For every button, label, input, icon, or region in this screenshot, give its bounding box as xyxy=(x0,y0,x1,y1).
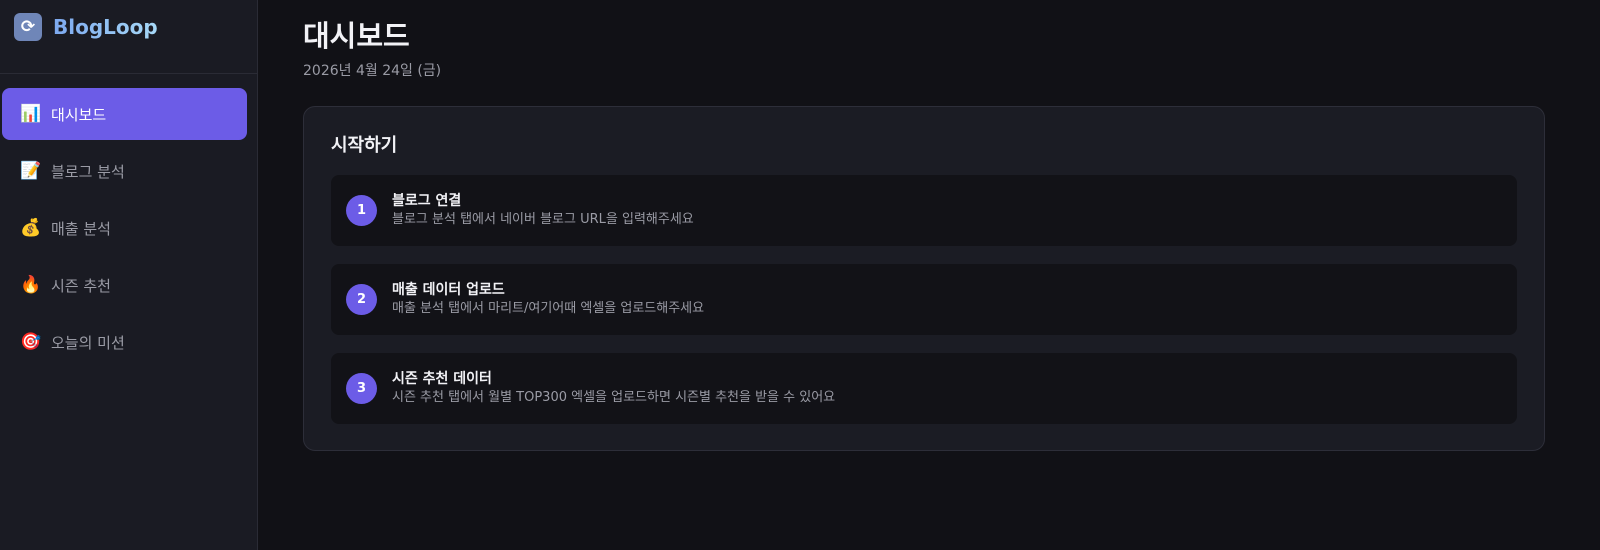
app-root: ⟳ BlogLoop 📊 대시보드 📝 블로그 분석 💰 매출 분석 🔥 시즌 … xyxy=(0,0,1600,550)
step-title: 시즌 추천 데이터 xyxy=(392,371,492,388)
step-item: 3 시즌 추천 데이터 시즌 추천 탭에서 월별 TOP300 엑셀을 업로드하… xyxy=(331,353,1517,425)
sidebar-item-label: 오늘의 미션 xyxy=(51,333,125,352)
step-item: 1 블로그 연결 블로그 분석 탭에서 네이버 블로그 URL을 입력해주세요 xyxy=(331,175,1517,247)
step-description: 블로그 분석 탭에서 네이버 블로그 URL을 입력해주세요 xyxy=(392,212,694,228)
step-item: 2 매출 데이터 업로드 매출 분석 탭에서 마리트/여기어때 엑셀을 업로드해… xyxy=(331,264,1517,336)
step-description: 매출 분석 탭에서 마리트/여기어때 엑셀을 업로드해주세요 xyxy=(392,301,705,317)
page-title: 대시보드 xyxy=(303,19,410,53)
sidebar-item-today-mission[interactable]: 🎯 오늘의 미션 xyxy=(2,316,247,368)
sidebar-item-season-recommend[interactable]: 🔥 시즌 추천 xyxy=(2,259,247,311)
target-icon: 🎯 xyxy=(20,332,42,352)
memo-icon: 📝 xyxy=(20,161,42,181)
brand-name: BlogLoop xyxy=(53,14,158,39)
sidebar-item-sales-analysis[interactable]: 💰 매출 분석 xyxy=(2,202,247,254)
sidebar-item-label: 시즌 추천 xyxy=(51,276,111,295)
step-description: 시즌 추천 탭에서 월별 TOP300 엑셀을 업로드하면 시즌별 추천을 받을… xyxy=(392,390,836,406)
sidebar-item-label: 블로그 분석 xyxy=(51,162,125,181)
step-number-badge: 1 xyxy=(346,195,377,227)
sidebar-nav: 📊 대시보드 📝 블로그 분석 💰 매출 분석 🔥 시즌 추천 🎯 오늘의 미션 xyxy=(0,88,257,368)
repeat-icon: ⟳ xyxy=(14,12,42,41)
fire-icon: 🔥 xyxy=(20,275,42,295)
step-number-badge: 2 xyxy=(346,284,377,316)
step-title: 블로그 연결 xyxy=(392,193,462,210)
getting-started-card: 시작하기 1 블로그 연결 블로그 분석 탭에서 네이버 블로그 URL을 입력… xyxy=(303,106,1545,452)
sidebar-item-dashboard[interactable]: 📊 대시보드 xyxy=(2,88,247,140)
step-text: 블로그 연결 블로그 분석 탭에서 네이버 블로그 URL을 입력해주세요 xyxy=(392,192,694,229)
card-title: 시작하기 xyxy=(331,135,398,157)
sidebar: ⟳ BlogLoop 📊 대시보드 📝 블로그 분석 💰 매출 분석 🔥 시즌 … xyxy=(0,0,258,550)
step-text: 매출 데이터 업로드 매출 분석 탭에서 마리트/여기어때 엑셀을 업로드해주세… xyxy=(392,281,704,318)
step-title: 매출 데이터 업로드 xyxy=(392,282,505,299)
main-content: 대시보드 2026년 4월 24일 (금) 시작하기 1 블로그 연결 블로그 … xyxy=(258,0,1600,550)
sidebar-item-label: 대시보드 xyxy=(51,105,107,124)
sidebar-item-blog-analysis[interactable]: 📝 블로그 분석 xyxy=(2,145,247,197)
brand[interactable]: ⟳ BlogLoop xyxy=(0,0,257,74)
money-bag-icon: 💰 xyxy=(20,218,42,238)
chart-icon: 📊 xyxy=(20,104,42,124)
sidebar-item-label: 매출 분석 xyxy=(51,219,111,238)
step-text: 시즌 추천 데이터 시즌 추천 탭에서 월별 TOP300 엑셀을 업로드하면 … xyxy=(392,370,835,407)
page-date: 2026년 4월 24일 (금) xyxy=(303,63,442,80)
step-number-badge: 3 xyxy=(346,373,377,405)
